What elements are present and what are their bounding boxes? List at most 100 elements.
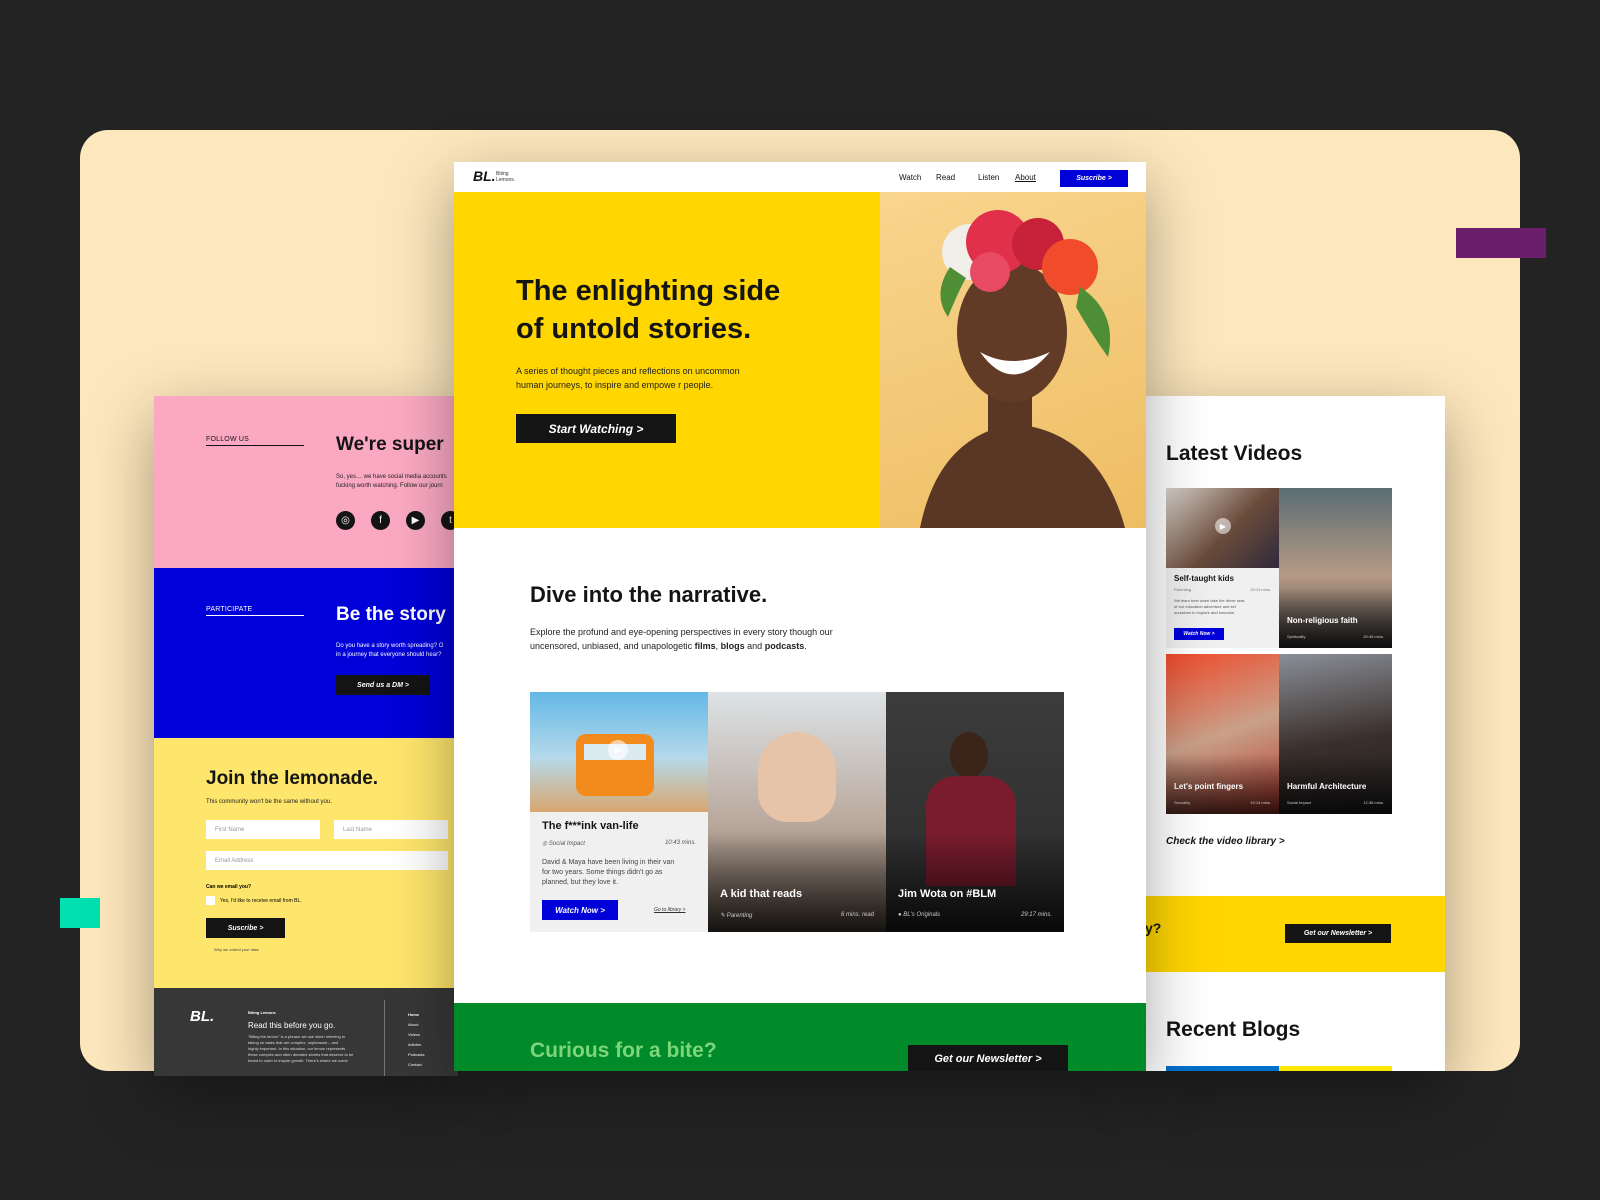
card-title: Jim Wota on #BLM bbox=[898, 888, 997, 900]
video-category: Sexuality bbox=[1174, 800, 1191, 805]
blogs-link[interactable]: blogs bbox=[721, 641, 745, 651]
podcasts-link[interactable]: podcasts bbox=[765, 641, 805, 651]
send-dm-button[interactable]: Send us a DM > bbox=[336, 675, 430, 695]
hero-title: The enlighting side of untold stories. bbox=[516, 272, 780, 348]
footer-body-5: heard in order to inspire growth. There'… bbox=[248, 1058, 348, 1063]
card-jim-wota[interactable]: Jim Wota on #BLM ● BL's Originals 29:17 m… bbox=[886, 692, 1064, 932]
footer-link-podcasts[interactable]: Podcasts bbox=[408, 1050, 424, 1060]
card-meta: ✎ Parenting 6 mins. read bbox=[720, 912, 874, 919]
nav-read[interactable]: Read bbox=[936, 173, 955, 182]
card-title: The f***ink van-life bbox=[542, 820, 639, 832]
video-category: Social Impact bbox=[1287, 800, 1312, 805]
footer-link-videos[interactable]: Videos bbox=[408, 1030, 424, 1040]
join-section: Join the lemonade. This community won't … bbox=[154, 738, 458, 988]
watch-now-button[interactable]: Watch Now > bbox=[1174, 628, 1224, 640]
video-card-architecture[interactable]: Harmful Architecture Social Impact 12:36 … bbox=[1279, 654, 1392, 814]
card-category: ● BL's Originals bbox=[898, 912, 940, 918]
card-duration: 29:17 mins. bbox=[1020, 912, 1052, 918]
narrative-period: . bbox=[804, 641, 807, 651]
nav-listen[interactable]: Listen bbox=[978, 173, 999, 182]
footer-link-articles[interactable]: Articles bbox=[408, 1040, 424, 1050]
instagram-icon[interactable]: ◎ bbox=[336, 511, 355, 530]
narrative-body-1: Explore the profund and eye-opening pers… bbox=[530, 627, 833, 637]
hero-subtitle: A series of thought pieces and reflectio… bbox=[516, 364, 740, 392]
right-newsletter-button[interactable]: Get our Newsletter > bbox=[1285, 924, 1391, 943]
last-name-field[interactable]: Last Name bbox=[334, 820, 448, 839]
video-title: Self-taught kids bbox=[1174, 574, 1235, 583]
purple-accent-block bbox=[1456, 228, 1546, 258]
narrative-body-2: uncensored, unbiased, and unapologetic f… bbox=[530, 639, 833, 653]
card-category: ✎ Parenting bbox=[720, 912, 752, 919]
video-duration: 19:14 mins. bbox=[1250, 800, 1271, 805]
nav-subscribe-button[interactable]: Suscribe > bbox=[1060, 170, 1128, 187]
watch-now-button[interactable]: Watch Now > bbox=[542, 900, 618, 920]
play-icon[interactable]: ▶ bbox=[1215, 518, 1231, 534]
participate-body-1: Do you have a story worth spreading? O bbox=[336, 643, 444, 649]
video-card-self-taught[interactable]: ▶ Self-taught kids Parenting 23:13 mins. … bbox=[1166, 488, 1279, 648]
footer-logo: BL. bbox=[190, 1008, 215, 1025]
footer-link-about[interactable]: About bbox=[408, 1020, 424, 1030]
blog-thumb-2 bbox=[1279, 1066, 1392, 1071]
films-link[interactable]: films bbox=[695, 641, 716, 651]
left-page-mockup: FOLLOW US We're super So, yes… we have s… bbox=[154, 396, 458, 1076]
video-duration: 12:36 mins. bbox=[1363, 800, 1384, 805]
join-subscribe-button[interactable]: Suscribe > bbox=[206, 918, 285, 938]
start-watching-button[interactable]: Start Watching > bbox=[516, 414, 676, 443]
video-title: Harmful Architecture bbox=[1287, 782, 1367, 791]
join-subtitle: This community won't be the same without… bbox=[206, 799, 332, 805]
consent-checkbox[interactable] bbox=[206, 896, 215, 905]
card-meta: ● BL's Originals 29:17 mins. bbox=[898, 912, 1052, 918]
library-link[interactable]: Go to library > bbox=[654, 907, 686, 913]
footer-link-contact[interactable]: Contact bbox=[408, 1060, 424, 1070]
narrative-and: and bbox=[744, 641, 765, 651]
video-meta: Spirituality 20:45 mins. bbox=[1287, 634, 1384, 639]
facebook-icon[interactable]: f bbox=[371, 511, 390, 530]
video-title: Let's point fingers bbox=[1174, 782, 1244, 791]
curious-section: Curious for a bite? Get our Newsletter > bbox=[454, 1003, 1146, 1071]
logo-tagline: Biting Lemons. bbox=[496, 171, 515, 183]
card-title: A kid that reads bbox=[720, 888, 803, 900]
first-name-field[interactable]: First Name bbox=[206, 820, 320, 839]
youtube-icon[interactable]: ▶ bbox=[406, 511, 425, 530]
follow-section: FOLLOW US We're super So, yes… we have s… bbox=[154, 396, 458, 568]
teal-accent-block bbox=[60, 898, 100, 928]
logo[interactable]: BL. bbox=[473, 168, 496, 184]
right-newsletter-band: y? Get our Newsletter > bbox=[1145, 896, 1445, 972]
card-category-text: BL's Originals bbox=[903, 912, 941, 918]
card-van-life[interactable]: ▶ The f***ink van-life ◎ Social Impact 10… bbox=[530, 692, 708, 932]
follow-title: We're super bbox=[336, 434, 444, 455]
participate-body-2: in a journey that everyone should hear? bbox=[336, 652, 442, 658]
footer-link-home[interactable]: Home bbox=[408, 1010, 424, 1020]
video-card-fingers[interactable]: Let's point fingers Sexuality 19:14 mins. bbox=[1166, 654, 1279, 814]
hero-portrait-image bbox=[880, 192, 1146, 528]
footer-brand: Biting Lemons bbox=[248, 1010, 276, 1015]
data-collection-link[interactable]: Why we collect your data bbox=[214, 947, 258, 952]
video-duration: 20:45 mins. bbox=[1363, 634, 1384, 639]
nav-about[interactable]: About bbox=[1015, 173, 1036, 182]
email-field[interactable]: Email Address bbox=[206, 851, 448, 870]
right-page-mockup: Latest Videos ▶ Self-taught kids Parenti… bbox=[1145, 396, 1445, 1071]
card-duration: 10:43 mins. bbox=[664, 840, 696, 846]
card-kid-reads[interactable]: A kid that reads ✎ Parenting 6 mins. read bbox=[708, 692, 886, 932]
nav-watch[interactable]: Watch bbox=[899, 173, 921, 182]
curious-title: Curious for a bite? bbox=[530, 1039, 717, 1062]
hero-subtitle-1: A series of thought pieces and reflectio… bbox=[516, 366, 740, 376]
center-page-mockup: BL. Biting Lemons. Watch Read Listen Abo… bbox=[454, 162, 1146, 1071]
narrative-body-2-prefix: uncensored, unbiased, and unapologetic bbox=[530, 641, 695, 651]
card-description-1: David & Maya have been living in their v… bbox=[542, 859, 675, 866]
center-newsletter-button[interactable]: Get our Newsletter > bbox=[908, 1045, 1068, 1071]
play-icon[interactable]: ▶ bbox=[608, 740, 628, 760]
card-description-3: planned, but they love it. bbox=[542, 879, 618, 886]
participate-title: Be the story bbox=[336, 604, 446, 625]
video-library-link[interactable]: Check the video library > bbox=[1166, 836, 1285, 847]
logo-tagline-2: Lemons. bbox=[496, 177, 516, 183]
video-meta: Social Impact 12:36 mins. bbox=[1287, 800, 1384, 805]
video-card-faith[interactable]: Non-religious faith Spirituality 20:45 mi… bbox=[1279, 488, 1392, 648]
footer-divider bbox=[384, 1000, 385, 1076]
video-category: Parenting bbox=[1174, 587, 1192, 592]
card-description: David & Maya have been living in their v… bbox=[542, 858, 674, 888]
follow-label: FOLLOW US bbox=[206, 436, 304, 446]
latest-videos-title: Latest Videos bbox=[1166, 442, 1303, 465]
follow-body-2: fucking worth watching. Follow our journ bbox=[336, 483, 443, 489]
top-nav: BL. Biting Lemons. Watch Read Listen Abo… bbox=[454, 162, 1146, 192]
